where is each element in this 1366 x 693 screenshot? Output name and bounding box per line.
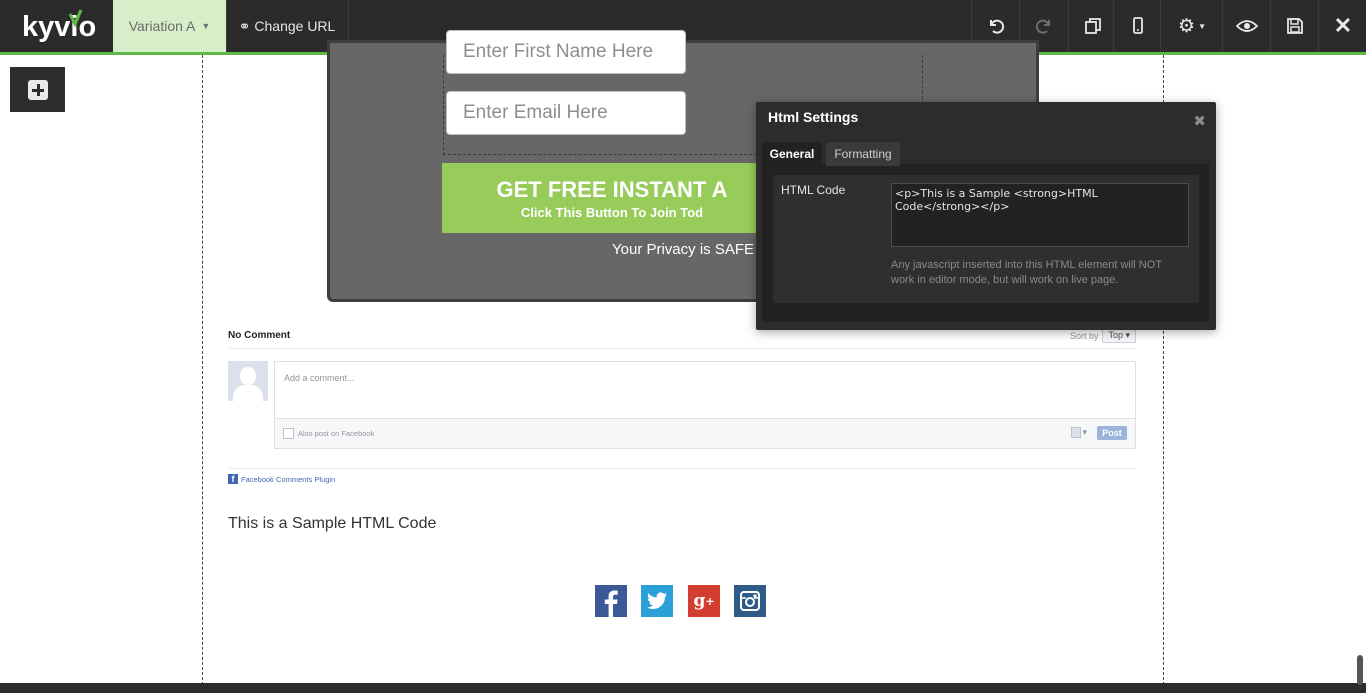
kyvio-logo[interactable]: kyvio [20, 8, 108, 44]
link-icon: ⚭ [238, 17, 251, 34]
save-button[interactable] [1270, 0, 1319, 52]
eye-icon [1236, 20, 1258, 32]
redo-icon [1035, 19, 1050, 34]
sort-select[interactable]: Top ▾ [1102, 328, 1136, 343]
preview-button[interactable] [1222, 0, 1271, 52]
undo-icon [990, 19, 1005, 34]
comment-box: Add a comment... Also post on Facebook ▾… [274, 361, 1136, 449]
tab-formatting[interactable]: Formatting [826, 142, 900, 166]
checkbox-icon [283, 428, 294, 439]
twitter-icon[interactable] [641, 585, 673, 617]
cta-button[interactable]: GET FREE INSTANT A Click This Button To … [442, 163, 782, 233]
post-as-selector[interactable]: ▾ [1071, 427, 1087, 438]
close-icon[interactable]: ✖ [1193, 112, 1206, 130]
avatar [228, 361, 268, 401]
variation-label: Variation A [128, 18, 196, 34]
add-element-button[interactable] [10, 67, 65, 112]
canvas-guide-left [202, 55, 203, 685]
comment-count: No Comment [228, 330, 291, 341]
chevron-down-icon: ▼ [1198, 21, 1206, 31]
copy-icon [1085, 18, 1101, 34]
email-field[interactable]: Enter Email Here [446, 91, 686, 135]
cta-title: GET FREE INSTANT A [496, 177, 728, 202]
scrollbar-thumb[interactable] [1357, 655, 1363, 685]
comment-input[interactable]: Add a comment... [275, 362, 1135, 419]
variation-dropdown[interactable]: Variation A ▼ [113, 0, 227, 52]
privacy-note: Your Privacy is SAFE [612, 241, 754, 258]
chevron-down-icon: ▼ [201, 21, 211, 31]
change-url-label: Change URL [254, 18, 336, 34]
settings-dropdown[interactable]: ⚙ ▼ [1160, 0, 1223, 52]
duplicate-button[interactable] [1068, 0, 1117, 52]
html-settings-modal: Html Settings ✖ General Formatting HTML … [756, 102, 1216, 330]
mobile-icon [1133, 17, 1143, 34]
html-code-textarea[interactable]: <p>This is a Sample <strong>HTML Code</s… [891, 183, 1189, 247]
gear-icon: ⚙ [1178, 15, 1196, 37]
cta-subtitle: Click This Button To Join Tod [520, 205, 704, 220]
html-code-help: Any javascript inserted into this HTML e… [891, 259, 1162, 286]
mobile-view-button[interactable] [1113, 0, 1162, 52]
first-name-field[interactable]: Enter First Name Here [446, 30, 686, 74]
facebook-plugin-link[interactable]: f Facebook Comments Plugin [228, 474, 335, 484]
facebook-icon[interactable] [595, 585, 627, 617]
divider [228, 348, 1136, 349]
plus-icon [27, 79, 48, 100]
save-icon [1287, 18, 1303, 34]
comment-footer: Also post on Facebook ▾ Post [275, 418, 1135, 448]
sort-label: Sort by [1069, 330, 1099, 341]
google-plus-icon[interactable]: g + [688, 585, 720, 617]
tab-general[interactable]: General [762, 142, 822, 166]
also-post-checkbox[interactable]: Also post on Facebook [283, 428, 374, 439]
modal-title: Html Settings [768, 109, 859, 125]
close-editor-button[interactable]: ✕ [1318, 0, 1366, 52]
bottom-bar [0, 683, 1366, 693]
chevron-down-icon: ▾ [1082, 427, 1087, 437]
facebook-icon: f [228, 474, 238, 484]
html-code-label: HTML Code [781, 183, 846, 197]
svg-text:kyvio: kyvio [22, 11, 96, 43]
html-element[interactable]: This is a Sample HTML Code [228, 515, 436, 533]
post-button[interactable]: Post [1097, 426, 1127, 440]
close-icon: ✕ [1333, 13, 1353, 38]
mini-avatar-icon [1071, 427, 1082, 438]
instagram-icon[interactable] [734, 585, 766, 617]
divider [228, 468, 1136, 469]
sort-control: Sort by Top ▾ [1070, 328, 1136, 343]
